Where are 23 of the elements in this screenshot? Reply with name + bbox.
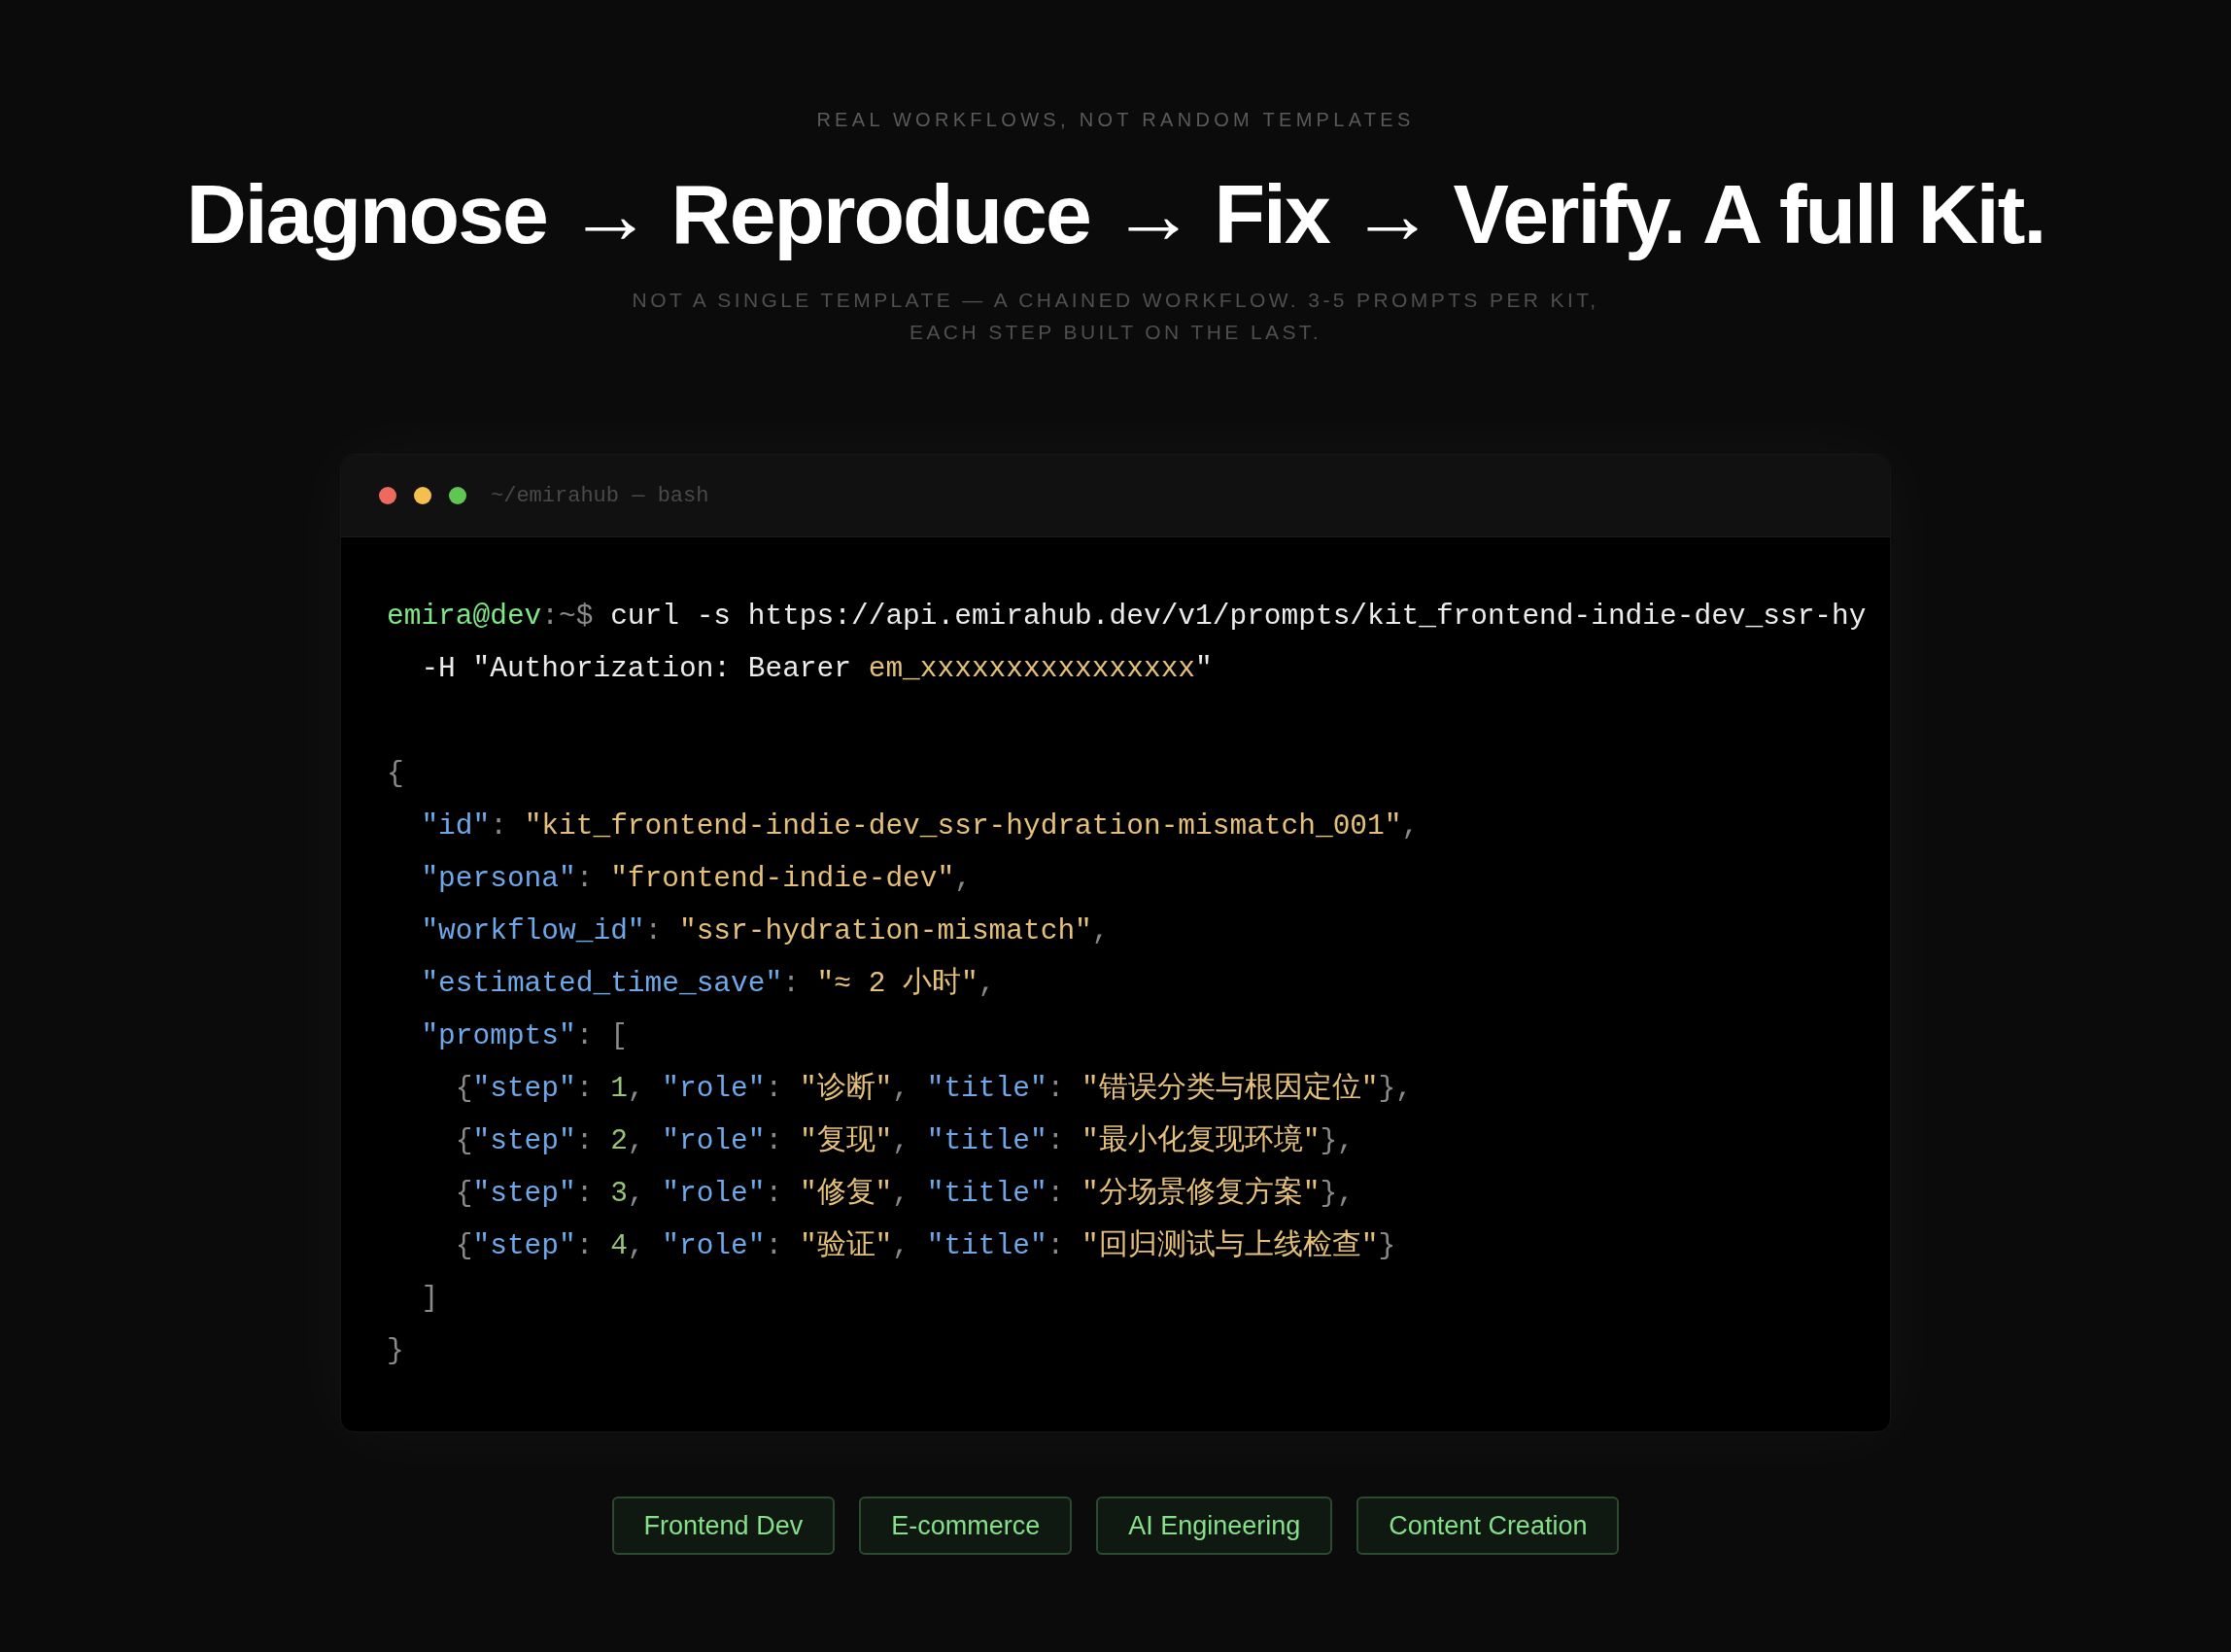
category-tag[interactable]: Content Creation (1356, 1497, 1620, 1555)
code-line: { (387, 756, 405, 792)
code-line: } (387, 1333, 405, 1369)
code-line: "workflow_id": "ssr-hydration-mismatch", (420, 913, 1111, 949)
code-line: {"step": 3, "role": "修复", "title": "分场景修复方案"}, (454, 1175, 1356, 1212)
subtitle-text: NOT A SINGLE TEMPLATE — A CHAINED WORKFLOW. 3-5 PROMPTS PER KIT, (632, 288, 1599, 313)
code-line: "persona": "frontend-indie-dev", (420, 861, 973, 897)
code-line: "estimated_time_save": "≈ 2 小时", (420, 966, 997, 1002)
code-line: emira@dev:~$ curl -s https://api.emirahub.dev/v1/prompts/kit_frontend-indie-dev_ssr-hy (387, 599, 1868, 635)
code-line: {"step": 4, "role": "验证", "title": "回归测试与上线检查"} (454, 1228, 1397, 1264)
eyebrow-text: REAL WORKFLOWS, NOT RANDOM TEMPLATES (816, 108, 1415, 132)
terminal-title: ~/emirahub — bash (491, 482, 709, 510)
heading: Diagnose → Reproduce → Fix → Verify. A full Kit. (186, 166, 2045, 262)
code-line: -H "Authorization: Bearer em_xxxxxxxxxxxxxxxx" (420, 651, 1214, 687)
code-line: ] (420, 1281, 440, 1317)
category-tag[interactable]: E-commerce (859, 1497, 1073, 1555)
code-line: {"step": 2, "role": "复现", "title": "最小化复现环境"}, (454, 1123, 1356, 1159)
category-tag[interactable]: Frontend Dev (611, 1497, 836, 1555)
code-line: "id": "kit_frontend-indie-dev_ssr-hydration-mismatch_001", (420, 809, 1421, 844)
category-tag[interactable]: AI Engineering (1096, 1497, 1333, 1555)
code-line: "prompts": [ (420, 1018, 629, 1054)
subtitle-text: EACH STEP BUILT ON THE LAST. (910, 320, 1321, 345)
code-line: {"step": 1, "role": "诊断", "title": "错误分类与根因定位"}, (454, 1070, 1414, 1107)
